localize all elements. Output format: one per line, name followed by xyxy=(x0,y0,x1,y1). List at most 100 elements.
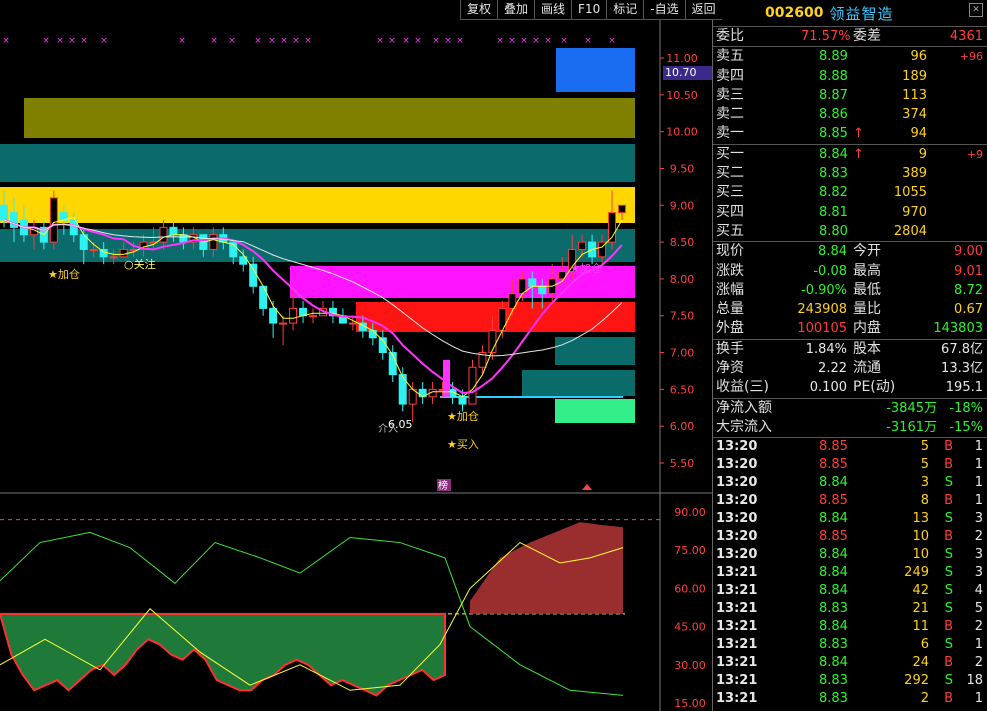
tick-price: 8.84 xyxy=(819,511,848,527)
osc-axis-label: 30.00 xyxy=(674,659,706,672)
level-label: 买五 xyxy=(716,222,744,239)
signal-mark: × xyxy=(532,36,540,46)
tick-time: 13:20 xyxy=(716,511,758,527)
signal-mark: × xyxy=(520,36,528,46)
overlay-button[interactable]: 叠加 xyxy=(497,0,535,20)
price-axis-label: 8.00 xyxy=(670,273,695,286)
quote-panel: ◇ 002600 领益智造 ✕ 委比 71.57% 委差 4361 卖五8.89… xyxy=(651,0,987,711)
tick-row: 13:21 8.83 6 S 1 xyxy=(713,636,987,654)
tick-row: 13:20 8.85 10 B 2 xyxy=(713,528,987,546)
tick-row: 13:21 8.84 249 S 3 xyxy=(713,564,987,582)
signal-mark: × xyxy=(42,36,50,46)
tick-row: 13:21 8.84 11 B 2 xyxy=(713,618,987,636)
triangle-up-icon xyxy=(582,484,592,490)
tick-side: B xyxy=(944,529,953,545)
candle-body xyxy=(538,285,547,295)
level-price: 8.81 xyxy=(819,204,848,220)
tick-row: 13:21 8.84 24 B 2 xyxy=(713,654,987,672)
stat-label: 涨幅 xyxy=(716,281,744,298)
current-price-tag: 10.70 xyxy=(663,66,713,80)
signal-mark: × xyxy=(508,36,516,46)
tick-price: 8.85 xyxy=(819,493,848,509)
tick-count: 2 xyxy=(974,529,983,545)
level-label: 卖五 xyxy=(716,48,744,65)
stock-header: ◇ 002600 领益智造 ✕ xyxy=(651,0,987,27)
sell-level-row[interactable]: 卖二 8.86 374 xyxy=(713,105,987,124)
stat-label: 最高 xyxy=(853,262,881,279)
tick-price: 8.83 xyxy=(819,691,848,707)
sell-level-row[interactable]: 卖一 8.85 ↑ 94 xyxy=(713,124,987,143)
level-price: 8.82 xyxy=(819,185,848,201)
candle-body xyxy=(618,204,626,214)
level-volume: 970 xyxy=(902,204,927,220)
close-icon[interactable]: ✕ xyxy=(969,3,983,17)
kline-chart[interactable]: × × × × × × × × × × × × × × × × × × × × × × × × × × × × × 11.00 10.50… xyxy=(0,0,712,711)
weibi-value: 71.57% xyxy=(801,29,851,44)
stat-value: 8.84 xyxy=(818,244,847,260)
fuquan-button[interactable]: 复权 xyxy=(460,0,498,20)
resistance-zone-band xyxy=(556,48,635,92)
candle-body xyxy=(368,329,377,339)
stat-value: 13.3亿 xyxy=(941,361,983,377)
flow-value: -3161万 xyxy=(886,419,937,435)
buy-level-row[interactable]: 买一 8.84 ↑ 9 +9 xyxy=(713,145,987,164)
candle-body xyxy=(49,197,58,243)
tick-volume: 13 xyxy=(912,511,929,527)
tick-row: 13:20 8.85 8 B 1 xyxy=(713,492,987,510)
sell-level-row[interactable]: 卖四 8.88 189 xyxy=(713,67,987,86)
kline-chart-area[interactable]: × × × × × × × × × × × × × × × × × × × × × × × × × × × × × 11.00 10.50… xyxy=(0,0,722,711)
level-volume: 2804 xyxy=(893,223,927,239)
jiacang-annotation-2: ★加仓 xyxy=(570,261,602,275)
tick-row: 13:21 8.83 292 S 18 xyxy=(713,672,987,690)
fund-flow-row: 大宗流入 -3161万 -15% xyxy=(713,418,987,437)
back-button[interactable]: 返回 xyxy=(684,0,722,20)
resistance-zone-band xyxy=(24,98,635,138)
stat-value: 100105 xyxy=(797,321,847,337)
tick-side: S xyxy=(944,511,953,527)
stat-label: 最低 xyxy=(853,281,881,298)
tick-volume: 10 xyxy=(912,529,929,545)
stat-value: 9.01 xyxy=(954,263,983,279)
osc-axis-label: 45.00 xyxy=(674,621,706,634)
guanzhu-annotation: ○关注 xyxy=(124,257,156,271)
tick-volume: 24 xyxy=(912,655,929,671)
stat-label: 外盘 xyxy=(716,320,744,337)
price-axis-label: 8.50 xyxy=(670,236,695,249)
tick-row: 13:21 8.84 42 S 4 xyxy=(713,582,987,600)
sell-level-row[interactable]: 卖三 8.87 113 xyxy=(713,86,987,105)
tick-side: B xyxy=(944,655,953,671)
chart-toolbar: 复权 叠加 画线 F10 标记 -自选 返回 xyxy=(460,0,722,20)
tick-volume: 249 xyxy=(904,565,929,581)
remove-watchlist-button[interactable]: -自选 xyxy=(643,0,685,20)
quote-row: 现价 8.84 今开 9.00 xyxy=(713,242,987,261)
stat-label: 收益(三) xyxy=(716,379,769,396)
buy-level-row[interactable]: 买五 8.80 2804 xyxy=(713,222,987,241)
candle-body xyxy=(159,226,168,243)
sell-level-row[interactable]: 卖五 8.89 96 +96 xyxy=(713,47,987,66)
buy-level-row[interactable]: 买二 8.83 389 xyxy=(713,164,987,183)
level-price: 8.85 xyxy=(819,126,848,142)
draw-line-button[interactable]: 画线 xyxy=(534,0,572,20)
weicha-value: 4361 xyxy=(949,29,983,44)
candle-body xyxy=(279,322,288,325)
level-volume: 96 xyxy=(910,49,927,65)
tick-volume: 292 xyxy=(904,673,929,689)
tick-list[interactable]: 13:20 8.85 5 B 1 13:20 8.85 5 B 1 13:20 8.84 3 S 1 13:2… xyxy=(713,438,987,708)
buy-level-row[interactable]: 买四 8.81 970 xyxy=(713,203,987,222)
mark-button[interactable]: 标记 xyxy=(606,0,644,20)
flow-label: 净流入额 xyxy=(716,399,772,416)
tick-count: 1 xyxy=(974,691,983,707)
up-arrow-icon: ↑ xyxy=(853,146,864,162)
tick-side: B xyxy=(944,691,953,707)
osc-axis-label: 75.00 xyxy=(674,544,706,557)
tick-side: S xyxy=(944,565,953,581)
buy-orderbook: 买一 8.84 ↑ 9 +9 买二 8.83 389 买三 8.82 1055 买四 8.81 970 买五… xyxy=(713,145,987,243)
tick-time: 13:20 xyxy=(716,547,758,563)
level-label: 卖三 xyxy=(716,86,744,103)
f10-button[interactable]: F10 xyxy=(571,0,607,20)
tick-price: 8.84 xyxy=(819,655,848,671)
level-label: 卖一 xyxy=(716,125,744,142)
tick-volume: 5 xyxy=(920,457,929,473)
tick-volume: 2 xyxy=(920,691,929,707)
buy-level-row[interactable]: 买三 8.82 1055 xyxy=(713,183,987,202)
